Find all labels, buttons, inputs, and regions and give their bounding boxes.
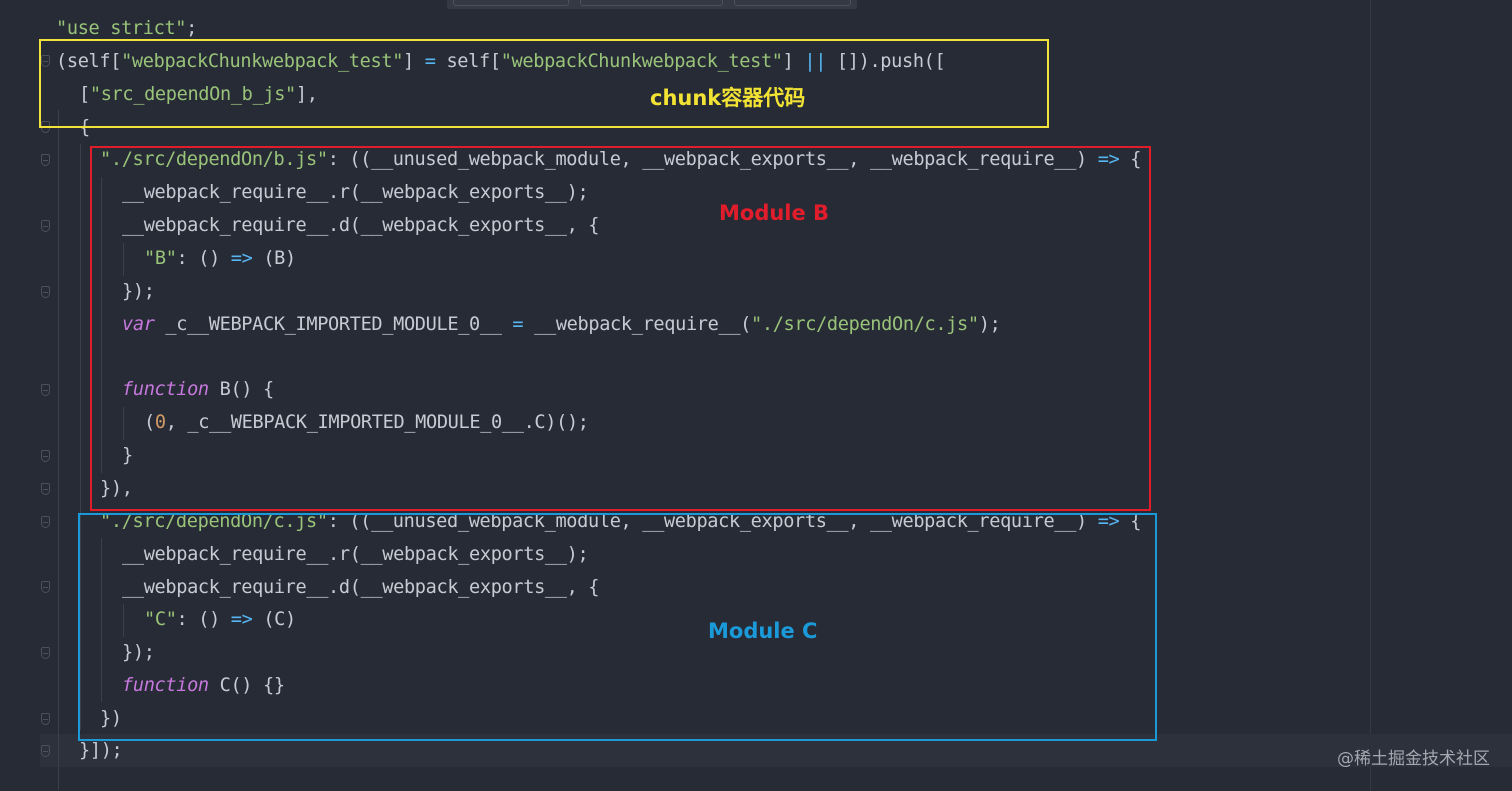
fold-toggle-icon[interactable]: [41, 516, 50, 528]
chunk-container-annotation: chunk容器代码: [650, 86, 806, 110]
indent-guide: [58, 110, 59, 790]
code-token: "use strict": [56, 18, 187, 39]
fold-toggle-icon[interactable]: [41, 220, 50, 232]
fold-toggle-icon[interactable]: [41, 713, 50, 725]
toolbar-tab[interactable]: [734, 0, 851, 6]
fold-toggle-icon[interactable]: [41, 483, 50, 495]
print-margin-ruler: [1370, 0, 1371, 791]
module-b-highlight-box: [90, 146, 1151, 511]
toolbar-tab[interactable]: [453, 0, 569, 6]
chunk-container-highlight-box: [39, 39, 1049, 128]
module-b-annotation: Module B: [719, 201, 830, 225]
module-c-highlight-box: [78, 513, 1157, 741]
fold-toggle-icon[interactable]: [41, 745, 50, 757]
top-toolbar: [447, 0, 857, 9]
fold-toggle-icon[interactable]: [41, 581, 50, 593]
module-c-annotation: Module C: [708, 619, 818, 643]
fold-toggle-icon[interactable]: [41, 647, 50, 659]
fold-toggle-icon[interactable]: [41, 384, 50, 396]
fold-toggle-icon[interactable]: [41, 154, 50, 166]
code-line: }]);: [79, 739, 123, 763]
code-token: ;: [186, 18, 197, 39]
watermark: @稀土掘金技术社区: [1337, 749, 1490, 769]
code-token: }]);: [79, 740, 123, 761]
fold-toggle-icon[interactable]: [41, 286, 50, 298]
code-line: "use strict";: [56, 17, 197, 41]
toolbar-tab[interactable]: [580, 0, 723, 6]
fold-toggle-icon[interactable]: [41, 450, 50, 462]
editor-gutter: [0, 0, 40, 791]
